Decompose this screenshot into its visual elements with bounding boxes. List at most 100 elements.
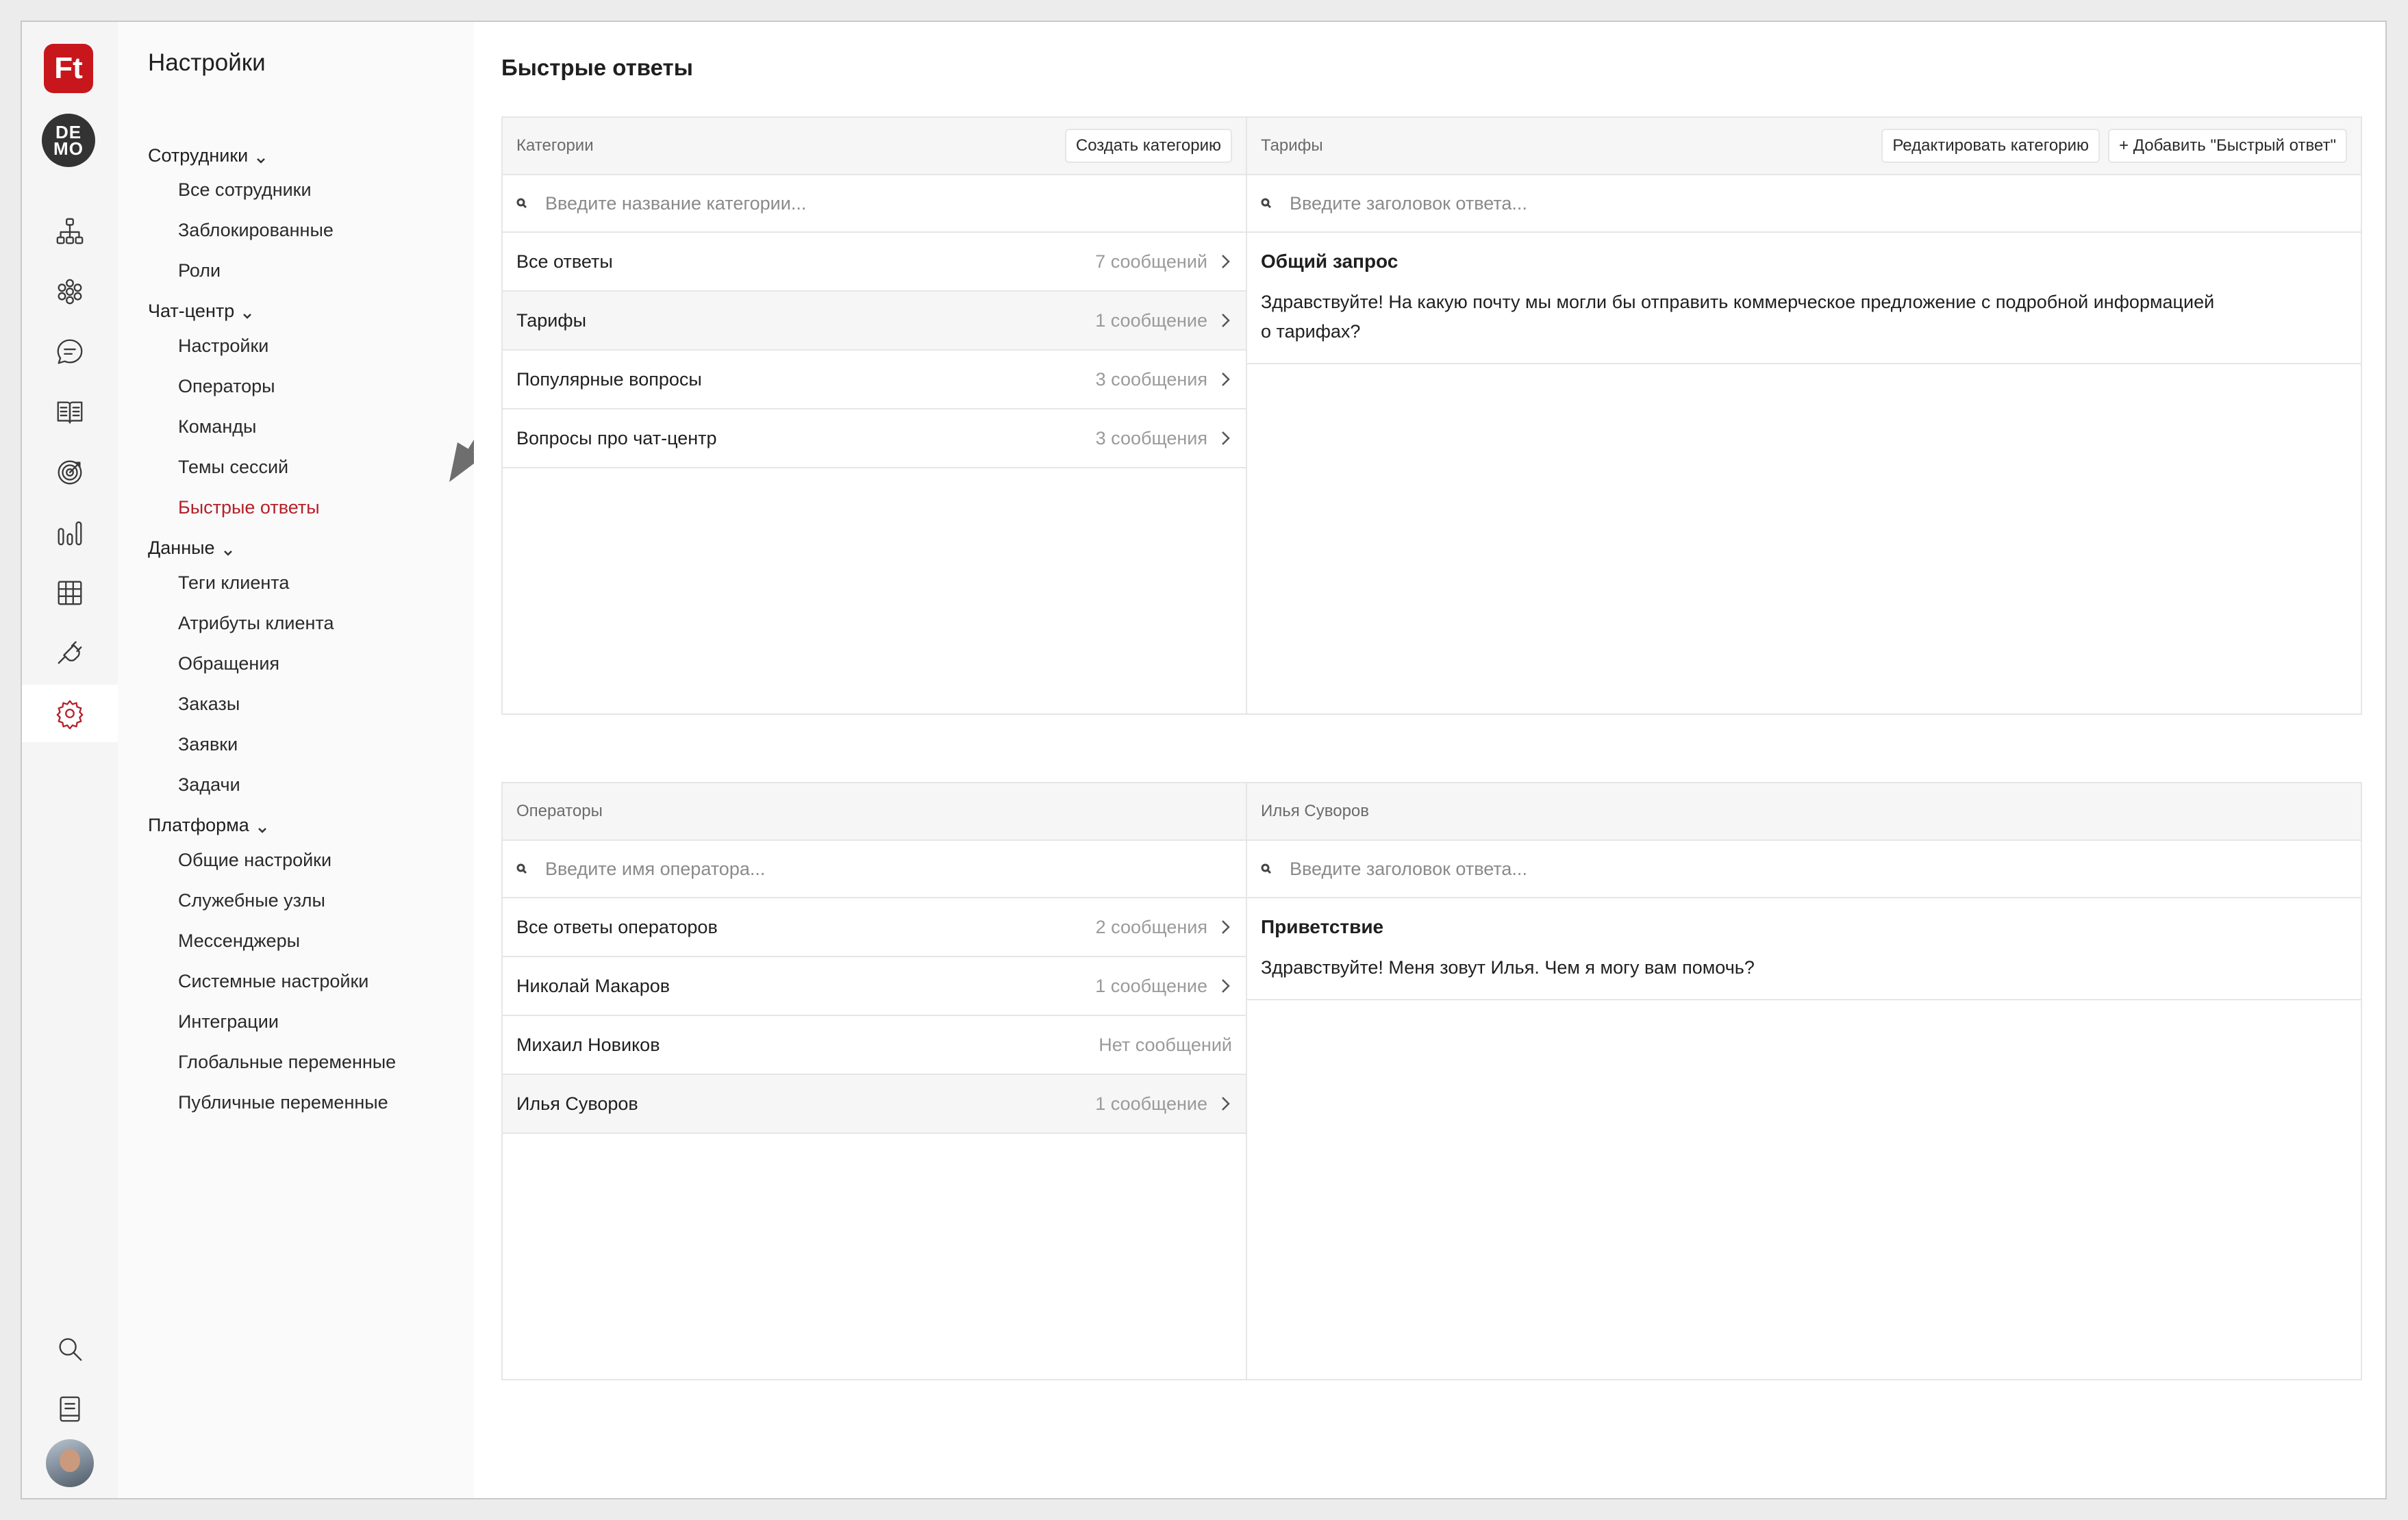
quick-reply-body: Здравствуйте! Меня зовут Илья. Чем я мог… <box>1261 957 1755 978</box>
operator-row[interactable]: Николай Макаров 1 сообщение <box>503 957 1246 1016</box>
sidebar-item-system-settings[interactable]: Системные настройки <box>178 971 368 992</box>
org-structure-icon[interactable] <box>22 203 118 260</box>
answer-search-input[interactable] <box>1290 192 1906 214</box>
chevron-down-icon <box>241 305 253 319</box>
search-icon <box>1261 198 1272 209</box>
operator-search <box>503 841 1246 898</box>
workspace-avatar-line2: MO <box>53 138 84 159</box>
sidebar-group-chat-center[interactable]: Чат-центр <box>148 301 253 322</box>
category-row[interactable]: Популярные вопросы 3 сообщения <box>503 351 1246 409</box>
search-icon <box>1261 863 1272 874</box>
categories-header: Категории Создать категорию <box>503 118 1246 175</box>
chevron-right-icon <box>1222 920 1230 934</box>
sidebar-item-session-topics[interactable]: Темы сессий <box>178 457 288 478</box>
sidebar-item-general-settings[interactable]: Общие настройки <box>178 850 331 871</box>
sidebar-group-label: Платформа <box>148 815 249 835</box>
category-row[interactable]: Все ответы 7 сообщений <box>503 233 1246 292</box>
answer-search <box>1247 175 2361 233</box>
quick-reply-item[interactable]: Приветствие Здравствуйте! Меня зовут Иль… <box>1247 898 2361 1000</box>
book-icon[interactable] <box>22 383 118 441</box>
sidebar-item-all-employees[interactable]: Все сотрудники <box>178 179 312 201</box>
chevron-down-icon <box>255 150 267 164</box>
operator-name: Николай Макаров <box>516 975 670 996</box>
category-name: Популярные вопросы <box>516 368 702 390</box>
operator-name: Михаил Новиков <box>516 1034 660 1055</box>
category-answers-column: Тарифы Редактировать категорию + Добавит… <box>1247 118 2361 713</box>
quick-reply-title: Общий запрос <box>1261 251 1399 272</box>
sidebar-group-label: Данные <box>148 537 215 558</box>
chevron-right-icon <box>1222 255 1230 268</box>
quick-reply-title: Приветствие <box>1261 916 1384 937</box>
operators-panel: Операторы Все ответы операторов 2 сообще… <box>501 782 2362 1380</box>
operator-answers-header-title: Илья Суворов <box>1261 802 1370 820</box>
settings-sidebar: Настройки Сотрудники Все сотрудники Забл… <box>118 22 520 1498</box>
category-row[interactable]: Вопросы про чат-центр 3 сообщения <box>503 409 1246 468</box>
sidebar-item-client-tags[interactable]: Теги клиента <box>178 572 289 594</box>
search-icon[interactable] <box>22 1320 118 1378</box>
edit-category-button[interactable]: Редактировать категорию <box>1881 129 2100 163</box>
category-count: 3 сообщения <box>1095 368 1207 390</box>
quick-reply-item[interactable]: Общий запрос Здравствуйте! На какую почт… <box>1247 233 2361 364</box>
sidebar-group-platform[interactable]: Платформа <box>148 815 268 836</box>
sidebar-title: Настройки <box>148 49 266 76</box>
target-icon[interactable] <box>22 444 118 501</box>
user-avatar[interactable] <box>46 1439 94 1487</box>
sidebar-item-public-variables[interactable]: Публичные переменные <box>178 1092 388 1113</box>
sidebar-group-data[interactable]: Данные <box>148 537 234 559</box>
sidebar-group-label: Сотрудники <box>148 145 249 166</box>
sidebar-item-blocked[interactable]: Заблокированные <box>178 220 334 241</box>
category-answers-header-title: Тарифы <box>1261 136 1323 155</box>
search-icon <box>516 863 527 874</box>
operators-list-column: Операторы Все ответы операторов 2 сообще… <box>503 783 1247 1379</box>
workspace-avatar[interactable]: DE MO <box>42 114 95 167</box>
icon-rail: Ft DE MO <box>22 22 118 1498</box>
chevron-down-icon <box>256 820 268 833</box>
create-category-button[interactable]: Создать категорию <box>1064 129 1232 163</box>
flower-icon[interactable] <box>22 263 118 320</box>
sidebar-item-orders[interactable]: Заказы <box>178 694 240 715</box>
grid-table-icon[interactable] <box>22 564 118 622</box>
sidebar-item-integrations[interactable]: Интеграции <box>178 1011 279 1033</box>
sidebar-item-appeals[interactable]: Обращения <box>178 653 279 674</box>
notebook-icon[interactable] <box>22 1380 118 1438</box>
sidebar-item-client-attributes[interactable]: Атрибуты клиента <box>178 613 334 634</box>
app-window: Ft DE MO Настройки Сотрудники Все сотруд… <box>21 21 2387 1499</box>
operators-header: Операторы <box>503 783 1246 841</box>
operator-answer-search-input[interactable] <box>1290 858 1906 880</box>
operator-count: 1 сообщение <box>1095 975 1207 996</box>
chat-bubble-icon[interactable] <box>22 323 118 381</box>
operator-answers-header: Илья Суворов <box>1247 783 2361 841</box>
plug-icon[interactable] <box>22 624 118 682</box>
operator-row[interactable]: Все ответы операторов 2 сообщения <box>503 898 1246 957</box>
gear-icon[interactable] <box>22 685 118 742</box>
sidebar-item-messengers[interactable]: Мессенджеры <box>178 930 300 952</box>
bar-chart-icon[interactable] <box>22 504 118 561</box>
sidebar-item-tasks[interactable]: Задачи <box>178 774 240 796</box>
sidebar-item-requests[interactable]: Заявки <box>178 734 238 755</box>
category-count: 3 сообщения <box>1095 427 1207 448</box>
add-quick-reply-button[interactable]: + Добавить "Быстрый ответ" <box>2108 129 2347 163</box>
operator-answer-search <box>1247 841 2361 898</box>
category-search-input[interactable] <box>545 192 1162 214</box>
operator-row[interactable]: Михаил Новиков Нет сообщений <box>503 1016 1246 1075</box>
chevron-right-icon <box>1222 979 1230 993</box>
category-name: Тарифы <box>516 309 587 331</box>
sidebar-item-teams[interactable]: Команды <box>178 416 256 438</box>
operator-row[interactable]: Илья Суворов 1 сообщение <box>503 1075 1246 1134</box>
operator-search-input[interactable] <box>545 858 1162 880</box>
category-search <box>503 175 1246 233</box>
sidebar-item-global-variables[interactable]: Глобальные переменные <box>178 1052 396 1073</box>
sidebar-item-roles[interactable]: Роли <box>178 260 221 281</box>
sidebar-item-operators[interactable]: Операторы <box>178 376 275 397</box>
operator-name: Илья Суворов <box>516 1093 638 1114</box>
operator-count: 2 сообщения <box>1095 916 1207 937</box>
chevron-right-icon <box>1222 372 1230 386</box>
categories-header-title: Категории <box>516 136 594 155</box>
sidebar-group-label: Чат-центр <box>148 301 235 321</box>
sidebar-group-employees[interactable]: Сотрудники <box>148 145 267 166</box>
app-logo[interactable]: Ft <box>44 44 93 93</box>
category-row[interactable]: Тарифы 1 сообщение <box>503 292 1246 351</box>
sidebar-item-quick-replies[interactable]: Быстрые ответы <box>178 497 320 518</box>
sidebar-item-service-nodes[interactable]: Служебные узлы <box>178 890 325 911</box>
sidebar-item-chat-settings[interactable]: Настройки <box>178 335 268 357</box>
